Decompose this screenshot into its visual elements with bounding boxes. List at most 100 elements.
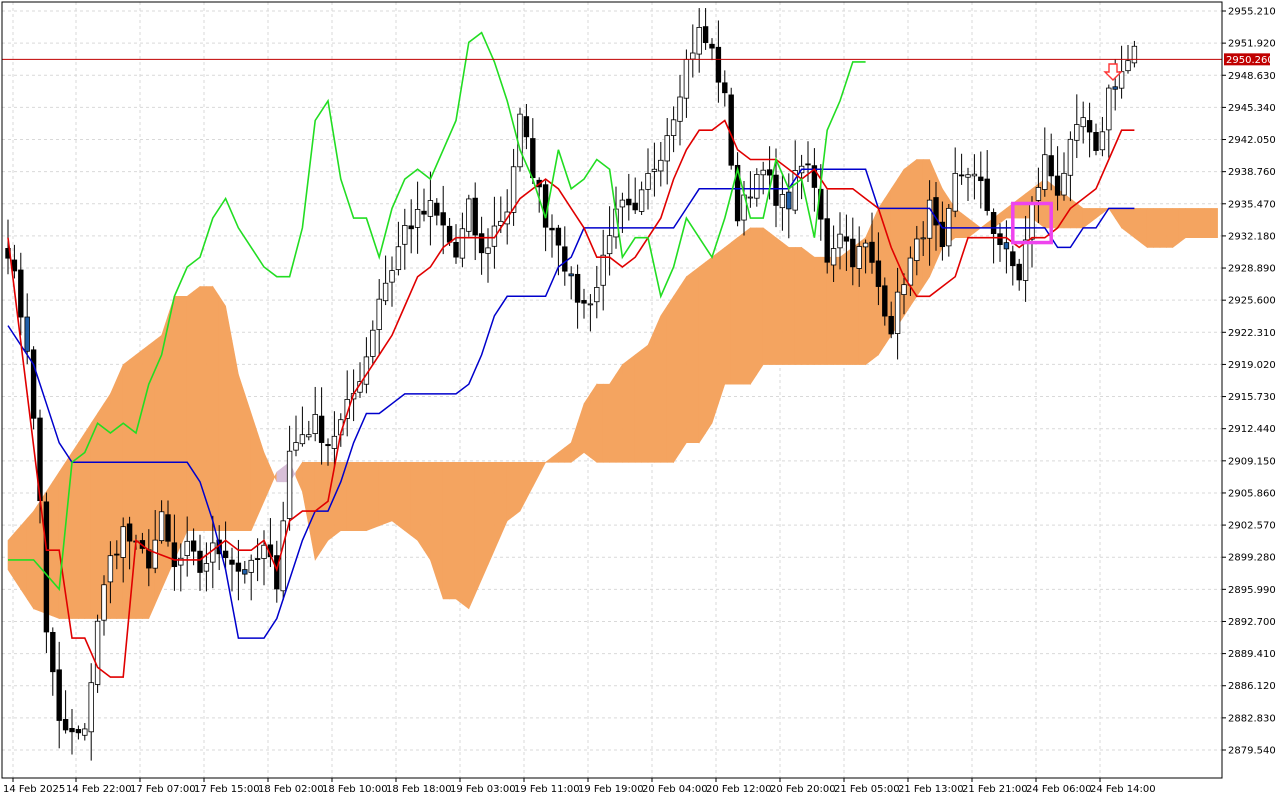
candle-body	[702, 26, 709, 43]
candle-body	[914, 238, 920, 261]
cloud-segment	[1198, 208, 1206, 238]
candle-body	[261, 544, 267, 559]
y-tick-label: 2955.210	[1228, 7, 1276, 18]
candle-body	[517, 113, 523, 168]
candle-body	[651, 168, 658, 172]
cloud-segment	[679, 275, 687, 454]
candle-body	[210, 542, 216, 563]
cloud-segment	[110, 379, 118, 619]
cloud-segment	[705, 256, 713, 434]
candle-body	[683, 58, 690, 99]
cloud-segment	[1153, 208, 1161, 248]
cloud-segment	[391, 461, 399, 527]
candle-body	[664, 135, 670, 162]
candle-body	[824, 218, 830, 263]
cloud-segment	[186, 290, 194, 531]
candle-body	[677, 96, 683, 122]
candle-body	[901, 284, 907, 295]
cloud-segment	[583, 392, 591, 459]
candle-body	[850, 238, 856, 268]
candle-body	[1048, 155, 1054, 177]
candle-body	[1099, 131, 1106, 151]
candle-body	[971, 173, 978, 177]
cloud-segment	[1185, 208, 1193, 238]
candle-body	[466, 198, 472, 232]
candle-body	[62, 719, 69, 731]
y-tick-label: 2942.050	[1228, 135, 1276, 146]
cloud-segment	[398, 461, 406, 532]
candle-body	[30, 349, 37, 419]
cloud-segment	[417, 461, 425, 552]
y-tick-label: 2919.020	[1228, 360, 1276, 371]
y-tick-label: 2948.630	[1228, 71, 1276, 82]
candle-body	[1067, 138, 1074, 176]
candle-body	[779, 194, 786, 209]
cloud-segment	[1178, 208, 1186, 244]
candle-body	[120, 526, 126, 558]
candle-body	[1054, 175, 1061, 196]
candle-body	[632, 202, 638, 211]
candle-body	[856, 246, 862, 269]
y-tick-label: 2938.760	[1228, 167, 1276, 178]
candle-body	[875, 260, 882, 287]
candle-body	[190, 540, 197, 552]
x-tick-label: 19 Feb 03:00	[450, 784, 516, 795]
cloud-segment	[193, 285, 201, 531]
cloud-segment	[161, 315, 169, 590]
y-tick-label: 2912.440	[1228, 424, 1276, 435]
candle-body	[222, 550, 229, 559]
cloud-segment	[436, 461, 444, 600]
candle-body	[638, 189, 645, 212]
candle-body	[286, 450, 293, 519]
cloud-segment	[487, 461, 495, 565]
cloud-segment	[404, 461, 412, 537]
cloud-segment	[718, 246, 726, 404]
chart-canvas: 2955.210 2951.920 2948.630 2945.340 2942.050…	[0, 0, 1280, 800]
cloud-segment	[634, 349, 642, 463]
cloud-segment	[84, 422, 92, 619]
candle-body	[446, 225, 453, 243]
candle-body	[1112, 86, 1118, 90]
candle-body	[318, 415, 325, 443]
candle-body	[626, 198, 632, 206]
x-tick-label: 17 Feb 15:00	[194, 784, 260, 795]
candle-body	[146, 549, 152, 569]
cloud-segment	[641, 344, 649, 463]
candle-body	[843, 236, 850, 242]
candle-body	[184, 540, 190, 556]
cloud-segment	[334, 461, 342, 537]
cloud-segment	[628, 354, 636, 463]
candle-body	[88, 682, 94, 733]
x-tick-label: 20 Feb 20:00	[770, 784, 836, 795]
cloud-segment	[788, 247, 796, 365]
candle-body	[43, 501, 50, 633]
cloud-segment	[596, 383, 604, 463]
candle-body	[952, 172, 958, 212]
candle-body	[997, 233, 1003, 245]
candle-body	[581, 300, 587, 304]
cloud-segment	[513, 461, 521, 517]
candle-body	[862, 242, 869, 248]
x-tick-label: 24 Feb 14:00	[1090, 784, 1156, 795]
x-tick-label: 17 Feb 07:00	[130, 784, 196, 795]
candle-body	[75, 729, 82, 734]
y-tick-label: 2928.890	[1228, 264, 1276, 275]
y-tick-label: 2902.570	[1228, 521, 1276, 532]
candle-body	[1016, 263, 1022, 281]
cloud-segment	[660, 305, 668, 463]
cloud-segment	[750, 227, 758, 386]
candle-body	[568, 273, 574, 277]
cloud-segment	[602, 383, 610, 463]
x-tick-label: 18 Feb 18:00	[386, 784, 452, 795]
cloud-segment	[801, 246, 809, 365]
current-price-label: 2950.260	[1226, 55, 1274, 66]
candle-body	[56, 669, 62, 721]
cloud-segment	[820, 256, 828, 365]
y-tick-label: 2935.470	[1228, 199, 1276, 210]
candle-body	[69, 727, 75, 733]
x-tick-label: 19 Feb 19:00	[578, 784, 644, 795]
cloud-segment	[833, 256, 841, 365]
candle-body	[1029, 202, 1035, 240]
candle-body	[152, 539, 158, 569]
candle-body	[830, 248, 837, 266]
